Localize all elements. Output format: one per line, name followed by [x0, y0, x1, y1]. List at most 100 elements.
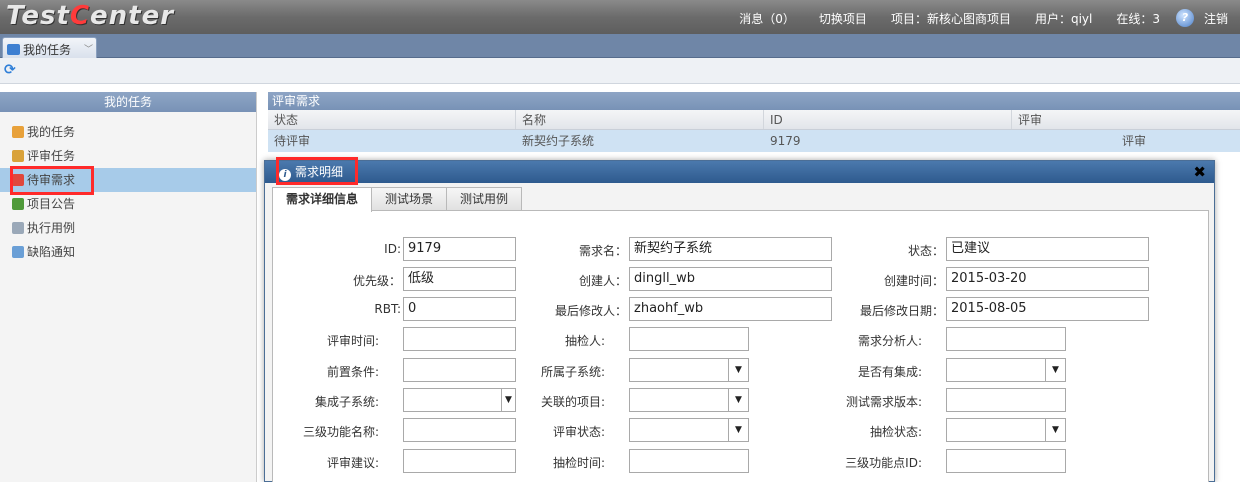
nav-item-project-notices[interactable]: 项目公告 [0, 192, 256, 216]
review-advice-label: 评审建议: [326, 456, 379, 470]
chevron-down-icon[interactable]: ▼ [728, 359, 748, 381]
user-icon [12, 126, 24, 138]
level3-name-label: 三级功能名称: [302, 425, 379, 439]
cell-status: 待评审 [274, 134, 311, 148]
tab-my-tasks[interactable]: 我的任务 ﹀ [2, 37, 97, 58]
online-count: 在线：3 [1116, 11, 1160, 26]
notice-icon [12, 198, 24, 210]
user-label: 用户：qiyl [1034, 11, 1093, 26]
task-icon [7, 44, 20, 55]
review-link[interactable]: 评审 [1012, 130, 1240, 152]
modified-field[interactable]: 2015-08-05 [946, 297, 1149, 321]
review-grid-title: 评审需求 [268, 92, 1240, 110]
created-field[interactable]: 2015-03-20 [946, 267, 1149, 291]
chevron-down-icon[interactable]: ▼ [501, 389, 515, 411]
chevron-down-icon[interactable]: ▼ [728, 389, 748, 411]
review-advice-field[interactable] [403, 449, 516, 473]
refresh-icon[interactable]: ⟳ [4, 63, 18, 77]
analyst-field[interactable] [946, 327, 1066, 351]
help-icon[interactable]: ? [1175, 9, 1194, 27]
nav-item-my-tasks[interactable]: 我的任务 [0, 120, 256, 144]
inspector-field[interactable] [629, 327, 749, 351]
integ-subsystem-select[interactable]: ▼ [403, 388, 516, 412]
col-name[interactable]: 名称 [516, 110, 764, 129]
dialog-body: ID: 9179 需求名： 新契约子系统 状态： 已建议 优先级： 低级 创建人… [272, 210, 1209, 482]
creator-label: 创建人： [578, 274, 627, 288]
left-panel: 我的任务 我的任务 评审任务 待审需求 项目公告 执行用例 缺陷通知 [0, 92, 257, 482]
cell-id: 9179 [770, 134, 801, 148]
bug-icon [12, 246, 24, 258]
subsystem-select[interactable]: ▼ [629, 358, 749, 382]
rbt-field[interactable]: 0 [403, 297, 516, 321]
tab-strip: 我的任务 ﹀ [0, 34, 1240, 58]
chevron-down-icon[interactable]: ▼ [728, 419, 748, 441]
priority-field[interactable]: 低级 [403, 267, 516, 291]
chevron-down-icon[interactable]: ﹀ [84, 42, 93, 55]
tab-test-cases[interactable]: 测试用例 [446, 187, 523, 211]
inspector-label: 抽检人: [564, 334, 605, 348]
messages-link[interactable]: 消息（0） [739, 10, 795, 27]
name-field[interactable]: 新契约子系统 [629, 237, 832, 261]
level3-id-field[interactable] [946, 449, 1066, 473]
close-icon[interactable]: ✖ [1193, 161, 1206, 183]
subsystem-label: 所属子系统: [540, 365, 605, 379]
grid-header: 状态 名称 ID 评审 [268, 110, 1240, 130]
status-label: 状态： [907, 244, 944, 258]
cell-name: 新契约子系统 [522, 134, 595, 148]
test-version-field[interactable] [946, 388, 1066, 412]
status-field[interactable]: 已建议 [946, 237, 1149, 261]
name-label: 需求名： [578, 244, 627, 258]
highlight-box-nav [10, 166, 94, 195]
linked-project-select[interactable]: ▼ [629, 388, 749, 412]
level3-name-field[interactable] [403, 418, 516, 442]
switch-project-link[interactable]: 切换项目 [819, 10, 867, 27]
chevron-down-icon[interactable]: ▼ [1045, 419, 1065, 441]
dialog-tabs: 需求详细信息 测试场景 测试用例 [272, 187, 523, 212]
precondition-label: 前置条件: [326, 365, 379, 379]
integrated-label: 是否有集成: [857, 365, 922, 379]
toolbar: ⟳ [0, 58, 1240, 84]
table-row[interactable]: 待评审 新契约子系统 9179 评审 [268, 130, 1240, 152]
review-time-field[interactable] [403, 327, 516, 351]
test-version-label: 测试需求版本: [845, 395, 922, 409]
app-logo: TestCenter [6, 1, 175, 31]
rbt-label: RBT: [374, 302, 401, 316]
project-label: 项目：新核心图商项目 [890, 11, 1011, 26]
top-header: TestCenter 消息（0） 切换项目 项目：新核心图商项目 用户：qiyl… [0, 0, 1240, 34]
col-status[interactable]: 状态 [268, 110, 516, 129]
nav-item-defect-notices[interactable]: 缺陷通知 [0, 240, 256, 264]
tab-requirement-details[interactable]: 需求详细信息 [272, 187, 373, 212]
linked-project-label: 关联的项目: [540, 395, 605, 409]
modifier-label: 最后修改人： [554, 304, 627, 318]
tab-test-scenarios[interactable]: 测试场景 [371, 187, 448, 211]
creator-field[interactable]: dingll_wb [629, 267, 832, 291]
dialog-title-bar[interactable]: i 需求明细 ✖ [265, 161, 1214, 183]
left-panel-title: 我的任务 [0, 92, 256, 112]
requirement-detail-dialog: i 需求明细 ✖ 需求详细信息 测试场景 测试用例 ID: 9179 需求名： 新… [264, 160, 1215, 482]
run-icon [12, 222, 24, 234]
review-time-label: 评审时间: [326, 334, 379, 348]
inspect-state-select[interactable]: ▼ [946, 418, 1066, 442]
created-label: 创建时间： [883, 274, 944, 288]
integ-subsystem-label: 集成子系统: [314, 395, 379, 409]
inspect-time-field[interactable] [629, 449, 749, 473]
nav-item-review-tasks[interactable]: 评审任务 [0, 144, 256, 168]
level3-id-label: 三级功能点ID: [845, 456, 922, 470]
logout-link[interactable]: 注销 [1204, 10, 1228, 27]
review-state-select[interactable]: ▼ [629, 418, 749, 442]
modifier-field[interactable]: zhaohf_wb [629, 297, 832, 321]
id-label: ID: [384, 242, 401, 256]
top-nav: 消息（0） 切换项目 项目：新核心图商项目 用户：qiyl 在线：3 ? 注销 [715, 9, 1228, 27]
integrated-select[interactable]: ▼ [946, 358, 1066, 382]
inspect-time-label: 抽检时间: [552, 456, 605, 470]
col-id[interactable]: ID [764, 110, 1012, 129]
id-field[interactable]: 9179 [403, 237, 516, 261]
precondition-field[interactable] [403, 358, 516, 382]
nav-item-run-cases[interactable]: 执行用例 [0, 216, 256, 240]
tab-label: 我的任务 [23, 43, 72, 57]
col-review[interactable]: 评审 [1012, 110, 1240, 129]
priority-label: 优先级： [352, 274, 401, 288]
modified-label: 最后修改日期： [859, 304, 944, 318]
review-state-label: 评审状态: [552, 425, 605, 439]
chevron-down-icon[interactable]: ▼ [1045, 359, 1065, 381]
